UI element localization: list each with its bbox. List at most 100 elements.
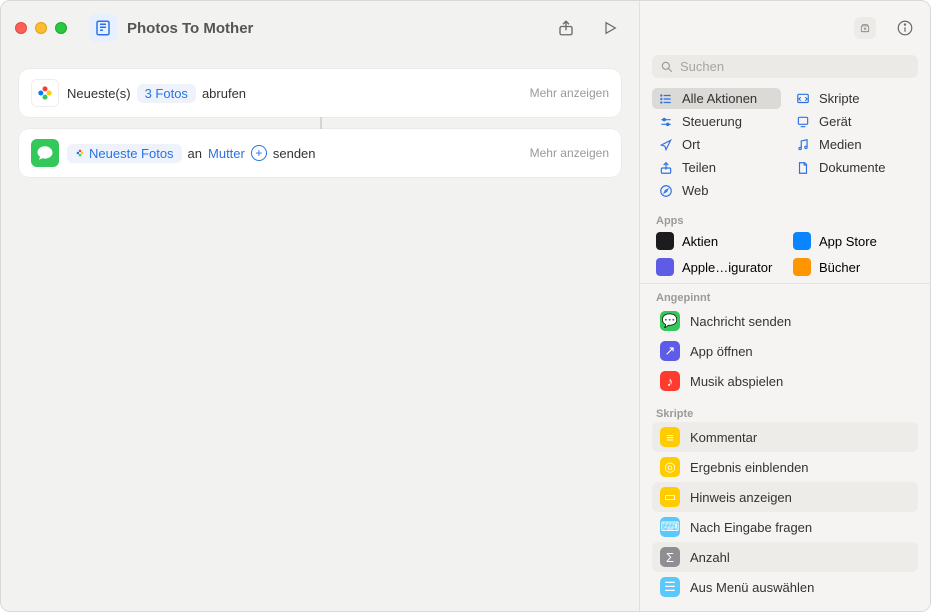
category-label: Medien — [819, 137, 862, 152]
close-window-button[interactable] — [15, 22, 27, 34]
magic-variable-token[interactable]: Neueste Fotos — [67, 144, 182, 163]
entry-icon: Σ — [660, 547, 680, 567]
shortcut-app-icon — [89, 14, 117, 42]
minimize-window-button[interactable] — [35, 22, 47, 34]
share-icon — [658, 161, 674, 175]
action-entry[interactable]: ♪Musik abspielen — [652, 366, 918, 396]
entry-icon: ◎ — [660, 457, 680, 477]
action-send-message[interactable]: Neueste Fotos an Mutter + senden Mehr an… — [19, 129, 621, 177]
action-text: Neueste(s) — [67, 86, 131, 101]
entry-label: Nachricht senden — [690, 314, 791, 329]
action-text: senden — [273, 146, 316, 161]
apps-section-label: Apps — [640, 207, 930, 229]
zoom-window-button[interactable] — [55, 22, 67, 34]
entry-icon: ▭ — [660, 487, 680, 507]
action-get-recent-photos[interactable]: Neueste(s) 3 Fotos abrufen Mehr anzeigen — [19, 69, 621, 117]
category-label: Alle Aktionen — [682, 91, 757, 106]
workflow-canvas[interactable]: Neueste(s) 3 Fotos abrufen Mehr anzeigen… — [1, 55, 639, 203]
photo-count-token[interactable]: 3 Fotos — [137, 84, 196, 103]
pinned-section-label: Angepinnt — [640, 284, 930, 306]
category-safari[interactable]: Web — [652, 180, 781, 201]
entry-label: Aus Menü auswählen — [690, 580, 814, 595]
show-more-button[interactable]: Mehr anzeigen — [530, 146, 609, 160]
doc-icon — [795, 161, 811, 175]
category-label: Steuerung — [682, 114, 742, 129]
category-label: Teilen — [682, 160, 716, 175]
recipient-token[interactable]: Mutter — [208, 146, 245, 161]
add-recipient-button[interactable]: + — [251, 145, 267, 161]
category-script[interactable]: Skripte — [789, 88, 918, 109]
action-entry[interactable]: ↗ App öffnen — [652, 336, 918, 366]
category-list[interactable]: Alle Aktionen — [652, 88, 781, 109]
action-entry[interactable]: ΣAnzahl — [652, 542, 918, 572]
device-icon — [795, 115, 811, 129]
titlebar: Photos To Mother — [1, 1, 639, 55]
action-entry[interactable]: 💬Nachricht senden — [652, 306, 918, 336]
action-text: abrufen — [202, 86, 246, 101]
category-label: Skripte — [819, 91, 859, 106]
action-entry[interactable]: ▭ Hinweis anzeigen — [652, 482, 918, 512]
category-label: Web — [682, 183, 709, 198]
action-entry[interactable]: ⌨ Nach Eingabe fragen — [652, 512, 918, 542]
app-icon — [793, 232, 811, 250]
location-icon — [658, 138, 674, 152]
app-label: Bücher — [819, 260, 860, 275]
search-input[interactable] — [680, 59, 910, 74]
category-label: Ort — [682, 137, 700, 152]
action-connector — [320, 117, 322, 129]
entry-label: App öffnen — [690, 344, 753, 359]
window-title: Photos To Mother — [127, 20, 555, 37]
entry-icon: ☰ — [660, 577, 680, 597]
entry-label: Hinweis anzeigen — [690, 490, 792, 505]
music-icon — [795, 138, 811, 152]
safari-icon — [658, 184, 674, 198]
category-label: Dokumente — [819, 160, 885, 175]
app-label: Apple…igurator — [682, 260, 772, 275]
search-icon — [660, 60, 674, 74]
action-list[interactable]: Angepinnt 💬Nachricht senden ↗ App öffnen ♪M… — [640, 283, 930, 611]
app-icon — [656, 232, 674, 250]
library-button[interactable] — [854, 17, 876, 39]
app-label: App Store — [819, 234, 877, 249]
category-doc[interactable]: Dokumente — [789, 157, 918, 178]
library-sidebar: Alle Aktionen Skripte Steuerung Gerät Ort Med… — [640, 1, 930, 611]
script-icon — [795, 92, 811, 106]
main-pane: Photos To Mother Neueste(s) 3 Fotos abru… — [1, 1, 640, 611]
entry-label: Nach Eingabe fragen — [690, 520, 812, 535]
action-text: an — [188, 146, 202, 161]
photos-icon — [31, 79, 59, 107]
app-icon — [656, 258, 674, 276]
info-button[interactable] — [894, 17, 916, 39]
entry-label: Ergebnis einblenden — [690, 460, 809, 475]
app-window: Photos To Mother Neueste(s) 3 Fotos abru… — [0, 0, 931, 612]
app-icon — [793, 258, 811, 276]
app-item[interactable]: Aktien — [652, 229, 781, 253]
app-item[interactable]: App Store — [789, 229, 918, 253]
sidebar-toolbar — [640, 1, 930, 55]
messages-icon — [31, 139, 59, 167]
entry-label: Kommentar — [690, 430, 757, 445]
category-location[interactable]: Ort — [652, 134, 781, 155]
action-entry[interactable]: ◎ Ergebnis einblenden — [652, 452, 918, 482]
category-grid: Alle Aktionen Skripte Steuerung Gerät Ort Med… — [640, 86, 930, 207]
category-music[interactable]: Medien — [789, 134, 918, 155]
run-button[interactable] — [599, 17, 621, 39]
app-item[interactable]: Bücher — [789, 255, 918, 279]
apps-grid: Aktien App Store Apple…igurator Bücher — [640, 229, 930, 279]
entry-icon: ⌨ — [660, 517, 680, 537]
action-entry[interactable]: ☰ Aus Menü auswählen — [652, 572, 918, 602]
category-device[interactable]: Gerät — [789, 111, 918, 132]
app-label: Aktien — [682, 234, 718, 249]
search-field[interactable] — [652, 55, 918, 78]
action-entry[interactable]: ≡Kommentar — [652, 422, 918, 452]
share-button[interactable] — [555, 17, 577, 39]
entry-icon: ↗ — [660, 341, 680, 361]
list-icon — [658, 92, 674, 106]
entry-label: Musik abspielen — [690, 374, 783, 389]
slider-icon — [658, 115, 674, 129]
show-more-button[interactable]: Mehr anzeigen — [530, 86, 609, 100]
app-item[interactable]: Apple…igurator — [652, 255, 781, 279]
window-controls — [15, 22, 67, 34]
category-slider[interactable]: Steuerung — [652, 111, 781, 132]
category-share[interactable]: Teilen — [652, 157, 781, 178]
